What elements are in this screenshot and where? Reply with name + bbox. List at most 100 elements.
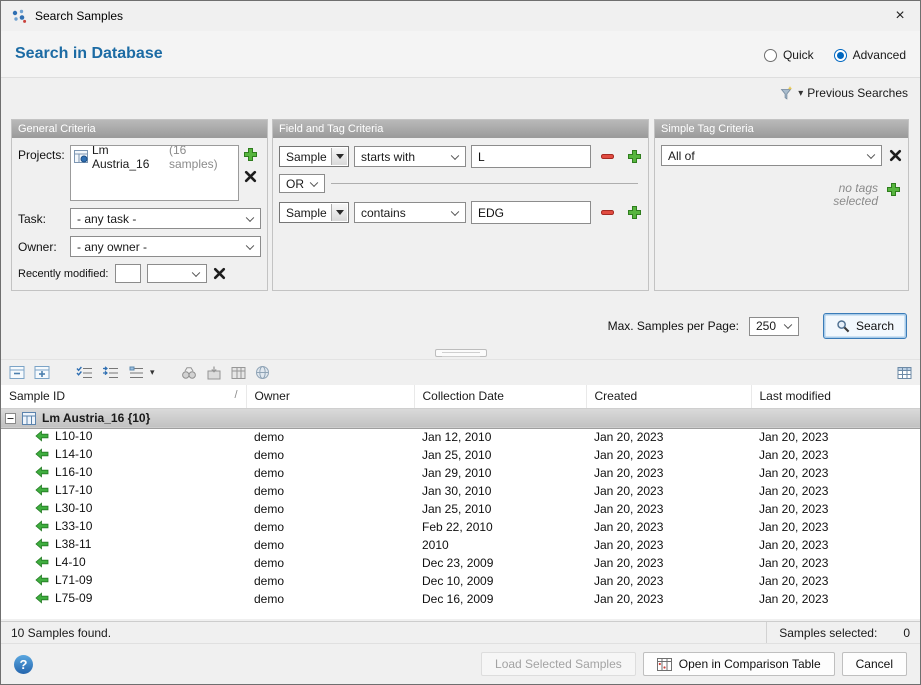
cell-collection-date: Dec 10, 2009 [414,572,586,590]
column-header-created[interactable]: Created [586,385,751,408]
cell-last-modified: Jan 20, 2023 [751,572,920,590]
expand-all-icon[interactable] [34,365,50,380]
task-select[interactable]: - any task - [70,208,261,229]
close-icon[interactable]: × [880,1,920,31]
column-header-owner[interactable]: Owner [246,385,414,408]
cell-last-modified: Jan 20, 2023 [751,446,920,464]
dialog-header: Search in Database Quick Advanced [1,31,920,78]
table-row[interactable]: L10-10 demo Jan 12, 2010 Jan 20, 2023 Ja… [1,428,920,446]
operator-select-1[interactable]: starts with [354,146,466,167]
table-row[interactable]: L33-10 demo Feb 22, 2010 Jan 20, 2023 Ja… [1,518,920,536]
table-row[interactable]: L75-09 demo Dec 16, 2009 Jan 20, 2023 Ja… [1,590,920,608]
mode-switch: Quick Advanced [764,48,906,62]
remove-criterion-icon-1[interactable] [600,149,615,164]
add-criterion-icon-2[interactable] [627,205,642,220]
max-samples-value: 250 [756,319,776,333]
cancel-label: Cancel [856,657,893,671]
no-tags-text: no tags selected [820,182,878,208]
help-icon[interactable]: ? [14,655,33,674]
join-operator-select[interactable]: OR [279,174,325,193]
recently-modified-unit-select[interactable] [147,264,207,283]
sample-id: L30-10 [55,501,92,515]
clear-tags-icon[interactable] [889,149,902,162]
owner-select[interactable]: - any owner - [70,236,261,257]
cell-collection-date: Dec 23, 2009 [414,554,586,572]
column-header-last-modified[interactable]: Last modified [751,385,920,408]
remove-criterion-icon-2[interactable] [600,205,615,220]
sample-arrow-icon [35,592,49,604]
table-row[interactable]: L14-10 demo Jan 25, 2010 Jan 20, 2023 Ja… [1,446,920,464]
mode-quick-radio[interactable]: Quick [764,48,814,62]
recently-modified-value-input[interactable] [115,264,141,283]
task-label: Task: [18,212,70,226]
add-criterion-icon-1[interactable] [627,149,642,164]
field-select-1[interactable]: Sample ID [279,146,349,167]
project-icon [74,150,88,163]
chevron-down-icon [310,178,318,186]
mode-advanced-radio[interactable]: Advanced [834,48,906,62]
table-row[interactable]: L38-11 demo 2010 Jan 20, 2023 Jan 20, 20… [1,536,920,554]
cell-last-modified: Jan 20, 2023 [751,482,920,500]
criteria-value-input-1[interactable] [471,145,591,168]
splitter-handle[interactable] [435,349,487,357]
group-row[interactable]: Lm Austria_16 {10} [1,408,920,428]
table-row[interactable]: L30-10 demo Jan 25, 2010 Jan 20, 2023 Ja… [1,500,920,518]
table-row[interactable]: L17-10 demo Jan 30, 2010 Jan 20, 2023 Ja… [1,482,920,500]
open-comparison-table-label: Open in Comparison Table [679,657,821,671]
cell-collection-date: 2010 [414,536,586,554]
sample-arrow-icon [35,430,49,442]
max-samples-select[interactable]: 250 [749,317,799,336]
window-title: Search Samples [35,9,123,23]
column-header-sample-id[interactable]: / Sample ID [1,385,246,408]
table-header-row: / Sample ID Owner Collection Date Create… [1,385,920,408]
project-item[interactable]: Lm Austria_16 (16 samples) [74,148,235,165]
caret-down-icon: ▾ [798,88,803,99]
cell-created: Jan 20, 2023 [586,572,751,590]
field-select-2[interactable]: Sample ID [279,202,349,223]
list-options-icon[interactable] [128,366,145,380]
max-samples-label: Max. Samples per Page: [608,319,739,333]
chevron-down-icon [867,150,875,158]
add-tag-icon[interactable] [886,182,901,197]
sample-id: L75-09 [55,591,92,605]
simple-tag-criteria-group: Simple Tag Criteria All of no tags selec… [654,119,909,291]
check-list-icon[interactable] [76,366,93,380]
chevron-down-icon [191,268,199,276]
cell-created: Jan 20, 2023 [586,464,751,482]
project-name: Lm Austria_16 [92,145,165,171]
sample-id: L16-10 [55,465,92,479]
open-comparison-table-button[interactable]: Open in Comparison Table [643,652,835,676]
cell-last-modified: Jan 20, 2023 [751,554,920,572]
cell-created: Jan 20, 2023 [586,446,751,464]
table-row[interactable]: L4-10 demo Dec 23, 2009 Jan 20, 2023 Jan… [1,554,920,572]
clear-recently-modified-icon[interactable] [213,267,226,280]
column-header-collection-date[interactable]: Collection Date [414,385,586,408]
selection-list-icon[interactable] [102,366,119,380]
samples-selected-value: 0 [903,626,910,640]
load-selected-samples-button[interactable]: Load Selected Samples [481,652,636,676]
column-properties-icon[interactable] [897,366,912,380]
tag-mode-select[interactable]: All of [661,145,882,166]
cell-last-modified: Jan 20, 2023 [751,464,920,482]
collapse-all-icon[interactable] [9,365,25,380]
cell-created: Jan 20, 2023 [586,554,751,572]
search-button[interactable]: Search [823,313,907,339]
table-row[interactable]: L71-09 demo Dec 10, 2009 Jan 20, 2023 Ja… [1,572,920,590]
collapse-expander-icon[interactable] [5,413,16,424]
cancel-button[interactable]: Cancel [842,652,907,676]
operator-select-2[interactable]: contains [354,202,466,223]
clear-projects-icon[interactable] [244,170,257,183]
add-project-icon[interactable] [243,147,258,162]
list-options-caret-icon[interactable]: ▾ [150,367,155,378]
previous-searches-icon [778,85,794,101]
cell-owner: demo [246,428,414,446]
projects-listbox[interactable]: Lm Austria_16 (16 samples) [70,145,239,201]
sample-id: L33-10 [55,519,92,533]
cell-created: Jan 20, 2023 [586,428,751,446]
criteria-value-input-2[interactable] [471,201,591,224]
table-row[interactable]: L16-10 demo Jan 29, 2010 Jan 20, 2023 Ja… [1,464,920,482]
mode-quick-label: Quick [783,48,814,62]
task-value: - any task - [77,212,136,226]
previous-searches-button[interactable]: ▾ Previous Searches [778,85,908,101]
cell-collection-date: Jan 29, 2010 [414,464,586,482]
